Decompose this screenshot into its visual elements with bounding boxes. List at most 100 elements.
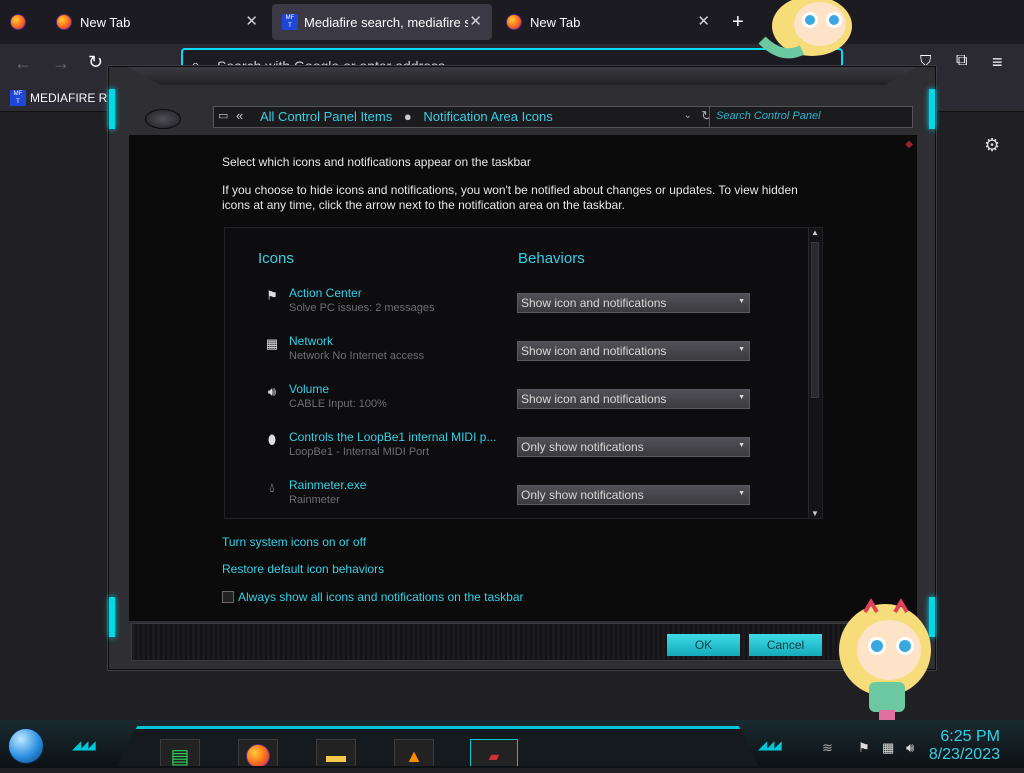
gear-icon[interactable]: ⚙ [984, 135, 1000, 156]
item-name: Volume [289, 382, 330, 396]
show-hidden-icons[interactable]: ≋ [822, 740, 833, 756]
vlc-icon: ▲ [405, 745, 423, 766]
control-panel-icon: ▭ [218, 110, 229, 122]
folder-icon: ▬ [326, 744, 346, 767]
page-title: Select which icons and notifications app… [222, 155, 531, 169]
tab-title: New Tab [80, 14, 131, 30]
item-name: Action Center [289, 286, 362, 300]
scroll-thumb[interactable] [811, 242, 819, 398]
item-subtitle: CABLE Input: 100% [289, 398, 387, 410]
item-subtitle: Solve PC issues: 2 messages [289, 302, 435, 314]
chevron-down-icon[interactable]: ⌄ [684, 110, 692, 121]
cartoon-character-top [758, 0, 852, 59]
item-name: Rainmeter.exe [289, 478, 367, 492]
back-icon[interactable]: ← [14, 53, 32, 74]
firefox-view-button[interactable] [10, 4, 40, 40]
behavior-select[interactable]: Show icon and notifications ▼ [517, 389, 750, 409]
firefox-icon [10, 14, 26, 30]
list-scrollbar[interactable]: ▲ ▼ [808, 228, 822, 518]
menu-icon[interactable]: ≡ [992, 52, 1003, 73]
clock-time: 6:25 PM [940, 728, 1000, 745]
frame-accent [109, 597, 115, 637]
icons-list: Icons Behaviors ⚑ Action Center Solve PC… [224, 227, 823, 519]
behavior-select[interactable]: Only show notifications ▼ [517, 485, 750, 505]
bookmark-mediafire[interactable]: MF T MEDIAFIRE RO [10, 90, 117, 106]
item-subtitle: LoopBe1 - Internal MIDI Port [289, 446, 430, 458]
close-icon[interactable]: ✕ [697, 12, 710, 30]
tab-mediafire[interactable]: MF T Mediafire search, mediafire sea ✕ [272, 4, 492, 40]
list-item: ⚑ Action Center Solve PC issues: 2 messa… [263, 286, 753, 326]
behavior-value: Only show notifications [521, 440, 644, 454]
column-header-icons: Icons [258, 250, 294, 267]
breadcrumb-notification-icons[interactable]: Notification Area Icons [423, 109, 552, 124]
page-description: If you choose to hide icons and notifica… [222, 183, 798, 212]
item-name: Network [289, 334, 334, 348]
network-icon: ▦ [265, 336, 279, 351]
speaker-icon[interactable]: 🔊︎ [906, 740, 914, 756]
mediafire-icon: MF T [282, 14, 298, 30]
always-show-checkbox-row[interactable]: Always show all icons and notifications … [222, 590, 524, 604]
content-panel: ◆ Select which icons and notifications a… [129, 135, 917, 621]
tab-title: Mediafire search, mediafire sea [304, 14, 468, 30]
search-control-panel[interactable]: Search Control Panel [709, 106, 913, 128]
bookmark-label: MEDIAFIRE RO [30, 91, 117, 105]
raindrop-icon: 💧︎ [269, 480, 275, 495]
window-frame-top [129, 67, 917, 85]
dropdown-arrow-icon: ▼ [738, 394, 745, 401]
dropdown-arrow-icon: ▼ [738, 298, 745, 305]
flag-icon[interactable]: ⚑ [858, 740, 870, 756]
behavior-select[interactable]: Show icon and notifications ▼ [517, 341, 750, 361]
ok-button[interactable]: OK [667, 634, 740, 656]
behavior-value: Show icon and notifications [521, 296, 667, 310]
dropdown-arrow-icon: ▼ [738, 346, 745, 353]
behavior-select[interactable]: Only show notifications ▼ [517, 437, 750, 457]
forward-icon[interactable]: → [52, 53, 70, 74]
list-item: 💧︎ Rainmeter.exe Rainmeter Only show not… [263, 478, 753, 518]
behavior-value: Show icon and notifications [521, 392, 667, 406]
decor-chevrons-icon: ◢◢◢ [72, 738, 96, 752]
scroll-down-icon[interactable]: ▼ [811, 509, 819, 518]
link-restore-defaults[interactable]: Restore default icon behaviors [222, 562, 384, 576]
tab-new-tab-1[interactable]: New Tab ✕ [46, 4, 268, 40]
button-bar: OK Cancel [131, 623, 919, 661]
address-breadcrumb[interactable]: ▭ « All Control Panel Items ● Notificati… [213, 106, 719, 128]
cancel-button[interactable]: Cancel [749, 634, 822, 656]
always-show-checkbox[interactable] [222, 591, 234, 603]
clock[interactable]: 6:25 PM 8/23/2023 [929, 728, 1000, 764]
control-panel-window: ▭ « All Control Panel Items ● Notificati… [108, 66, 936, 670]
breadcrumb: All Control Panel Items ● Notification A… [260, 109, 553, 124]
list-item: ▦ Network Network No Internet access Sho… [263, 334, 753, 374]
list-item: ⬮ Controls the LoopBe1 internal MIDI p..… [263, 430, 753, 470]
clock-date: 8/23/2023 [928, 746, 1000, 763]
firefox-icon [56, 14, 72, 30]
reload-icon[interactable]: ↻ [88, 52, 103, 73]
frame-accent [929, 89, 935, 129]
tab-new-tab-2[interactable]: New Tab ✕ [498, 4, 720, 40]
firefox-icon [506, 14, 522, 30]
flag-icon: ⚑ [266, 288, 278, 303]
breadcrumb-all-items[interactable]: All Control Panel Items [260, 109, 392, 124]
notes-icon: ▤ [170, 745, 190, 768]
dropdown-arrow-icon: ▼ [738, 490, 745, 497]
item-name: Controls the LoopBe1 internal MIDI p... [289, 430, 497, 444]
start-button[interactable] [8, 728, 44, 764]
checkbox-label: Always show all icons and notifications … [238, 590, 524, 604]
behavior-select[interactable]: Show icon and notifications ▼ [517, 293, 750, 313]
new-tab-button[interactable]: + [732, 4, 752, 40]
link-system-icons[interactable]: Turn system icons on or off [222, 535, 366, 549]
decor-chevrons-icon: ◢◢◢ [758, 738, 782, 752]
search-placeholder: Search Control Panel [716, 110, 821, 122]
network-icon[interactable]: ▦ [882, 740, 894, 756]
close-icon[interactable]: ✕ [469, 12, 482, 30]
extensions-icon[interactable]: ⧉ [956, 52, 967, 70]
taskbar: ◢◢◢ ▤ ▬ ▲ ▰ ◢◢◢ ≋ ⚑ ▦ 🔊︎ 6:25 PM 8/23/20… [0, 720, 1024, 768]
scroll-up-icon[interactable]: ▲ [811, 228, 819, 237]
help-icon[interactable]: ◆ [905, 139, 913, 150]
chevrons-left-icon[interactable]: « [236, 108, 243, 123]
close-icon[interactable]: ✕ [245, 12, 258, 30]
item-subtitle: Network No Internet access [289, 350, 425, 362]
midi-icon: ⬮ [267, 432, 277, 447]
tab-bar: New Tab ✕ MF T Mediafire search, mediafir… [0, 0, 1024, 44]
control-panel-icon: ▰ [488, 747, 500, 764]
firefox-icon [246, 744, 270, 766]
